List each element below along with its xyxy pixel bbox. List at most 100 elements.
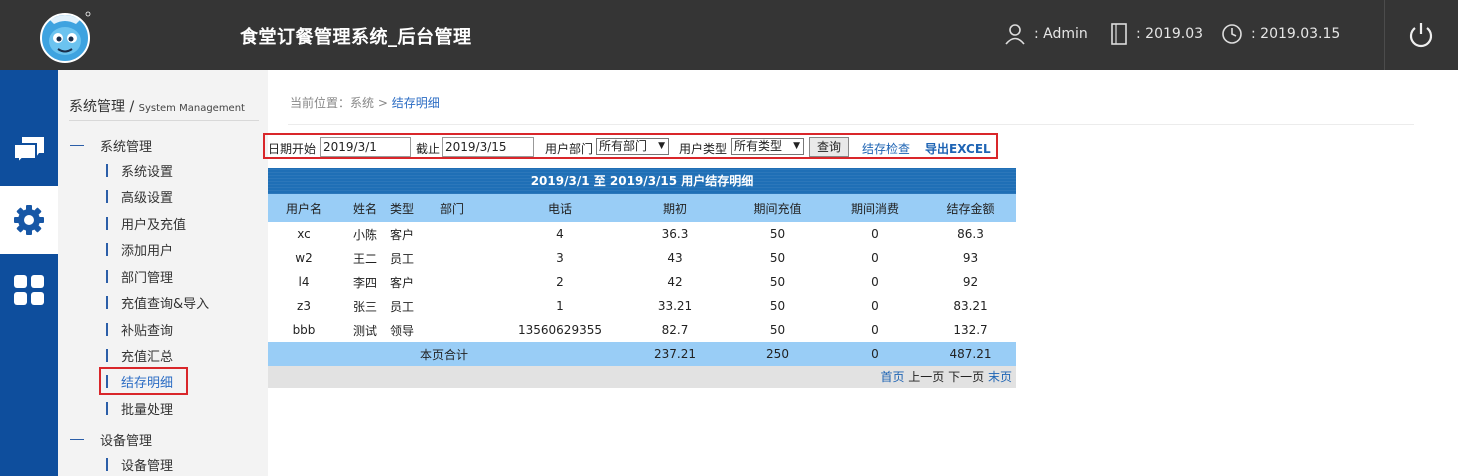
icon-rail <box>0 70 58 476</box>
query-button[interactable]: 查询 <box>809 137 849 157</box>
cell-recharge: 50 <box>769 323 786 337</box>
end-date-label: 截止 <box>416 142 441 156</box>
sidebar-group-system[interactable]: 系统管理 <box>70 136 152 155</box>
sidebar-heading-cn: 系统管理 <box>69 99 125 115</box>
cell-name: 小陈 <box>352 227 377 242</box>
breadcrumb-divider <box>288 124 1414 125</box>
sidebar-heading: 系统管理 / System Management <box>69 99 245 115</box>
balance-table: 用户名 姓名 类型 部门 电话 期初 期间充值 期间消费 结存金额 xc 小陈 客户… <box>268 194 1016 366</box>
power-icon <box>1409 23 1433 48</box>
column-header: 部门 <box>440 201 465 216</box>
column-header: 类型 <box>390 201 415 216</box>
sidebar-group-devices[interactable]: 设备管理 <box>70 430 152 449</box>
chat-icon <box>13 137 44 165</box>
app-title: 食堂订餐管理系统_后台管理 <box>240 27 472 48</box>
rail-settings-button[interactable] <box>0 186 58 254</box>
prev-page-link[interactable]: 上一页 <box>908 370 944 384</box>
total-consume: 0 <box>871 347 879 361</box>
rail-messages-button[interactable] <box>0 116 58 184</box>
cell-name: 测试 <box>352 323 377 338</box>
sidebar-item-device-management[interactable]: 设备管理 <box>106 453 173 475</box>
cell-recharge: 50 <box>769 299 786 313</box>
total-recharge: 250 <box>766 347 789 361</box>
dept-select[interactable]: 所有部门 ▼ <box>596 138 669 155</box>
export-excel-link[interactable]: 导出EXCEL <box>925 140 991 157</box>
cell-opening: 82.7 <box>661 323 689 337</box>
sidebar: 系统管理 / System Management 系统管理 系统设置 高级设置 … <box>58 70 268 476</box>
cell-balance: 92 <box>962 275 979 289</box>
cell-consume: 0 <box>871 275 879 289</box>
sidebar-heading-en: System Management <box>138 103 245 114</box>
cell-opening: 42 <box>667 275 683 289</box>
cell-name: 王二 <box>352 251 377 266</box>
current-period: : 2019.03 <box>1110 22 1203 46</box>
current-date: : 2019.03.15 <box>1221 22 1340 46</box>
cell-balance: 86.3 <box>957 227 984 241</box>
cell-consume: 0 <box>871 323 879 337</box>
cell-username: bbb <box>292 323 316 337</box>
logout-button[interactable] <box>1406 20 1436 50</box>
cell-phone: 3 <box>556 251 564 265</box>
start-date-label: 日期开始 <box>268 142 317 156</box>
sidebar-item-advanced-settings[interactable]: 高级设置 <box>106 185 173 207</box>
cell-opening: 33.21 <box>657 299 693 313</box>
dept-label: 用户部门 <box>545 142 594 156</box>
cell-dept <box>440 270 500 294</box>
rail-apps-button[interactable] <box>0 256 58 324</box>
sidebar-item-users-recharge[interactable]: 用户及充值 <box>106 212 186 234</box>
column-header: 电话 <box>547 201 572 216</box>
start-date-input[interactable] <box>320 137 411 157</box>
sidebar-item-balance-detail[interactable]: 结存明细 <box>99 367 188 395</box>
sidebar-item-batch-processing[interactable]: 批量处理 <box>106 397 173 419</box>
cell-type: 员工 <box>390 299 415 314</box>
cell-phone: 13560629355 <box>518 323 602 337</box>
sidebar-item-recharge-import[interactable]: 充值查询&导入 <box>106 291 209 313</box>
breadcrumb: 当前位置：系统 > 结存明细 <box>290 94 440 111</box>
table-total-row: 本页合计 237.21 250 0 487.21 <box>268 342 1016 366</box>
cell-dept <box>440 318 500 342</box>
cell-dept <box>440 294 500 318</box>
table-row: w2 王二 员工 3 43 50 0 93 <box>268 246 1016 270</box>
table-row: l4 李四 客户 2 42 50 0 92 <box>268 270 1016 294</box>
type-select[interactable]: 所有类型 ▼ <box>731 138 804 155</box>
cell-phone: 1 <box>556 299 564 313</box>
cell-phone: 4 <box>556 227 564 241</box>
cell-type: 员工 <box>390 251 415 266</box>
column-header: 结存金额 <box>946 201 995 216</box>
cell-name: 张三 <box>352 299 377 314</box>
cell-type: 客户 <box>390 275 415 290</box>
cell-consume: 0 <box>871 227 879 241</box>
sidebar-item-add-user[interactable]: 添加用户 <box>106 238 173 260</box>
cell-consume: 0 <box>871 299 879 313</box>
table-header-row: 用户名 姓名 类型 部门 电话 期初 期间充值 期间消费 结存金额 <box>268 194 1016 222</box>
cell-username: w2 <box>295 251 313 265</box>
dept-select-value: 所有部门 <box>599 139 648 153</box>
top-header: 食堂订餐管理系统_后台管理 : Admin : 2019.03 : 2019.0… <box>0 0 1458 70</box>
current-user: : Admin <box>1004 22 1088 46</box>
balance-check-link[interactable]: 结存检查 <box>862 140 910 157</box>
sidebar-group-label: 系统管理 <box>100 140 153 155</box>
cell-type: 客户 <box>390 227 415 242</box>
filter-bar: 日期开始 截止 用户部门 所有部门 ▼ 用户类型 所有类型 ▼ 查询 结存检查 导出… <box>263 133 998 159</box>
cell-recharge: 50 <box>769 275 786 289</box>
period-value: : 2019.03 <box>1136 26 1204 42</box>
gear-icon <box>14 205 44 235</box>
breadcrumb-prefix[interactable]: 当前位置：系统 <box>290 96 374 110</box>
book-icon <box>1111 23 1127 45</box>
end-date-input[interactable] <box>442 137 534 157</box>
sidebar-item-recharge-summary[interactable]: 充值汇总 <box>106 344 173 366</box>
sidebar-item-subsidy-query[interactable]: 补贴查询 <box>106 318 173 340</box>
first-page-link[interactable]: 首页 <box>880 370 904 384</box>
sidebar-item-system-settings[interactable]: 系统设置 <box>106 159 173 181</box>
cell-opening: 43 <box>667 251 683 265</box>
header-divider <box>1384 0 1385 70</box>
column-header: 期初 <box>662 201 687 216</box>
total-label: 本页合计 <box>419 347 468 362</box>
column-header: 用户名 <box>285 201 322 216</box>
last-page-link[interactable]: 末页 <box>988 370 1012 384</box>
cell-recharge: 50 <box>769 251 786 265</box>
sidebar-item-departments[interactable]: 部门管理 <box>106 265 173 287</box>
user-icon <box>1005 24 1025 45</box>
table-row: xc 小陈 客户 4 36.3 50 0 86.3 <box>268 222 1016 246</box>
next-page-link[interactable]: 下一页 <box>948 370 984 384</box>
